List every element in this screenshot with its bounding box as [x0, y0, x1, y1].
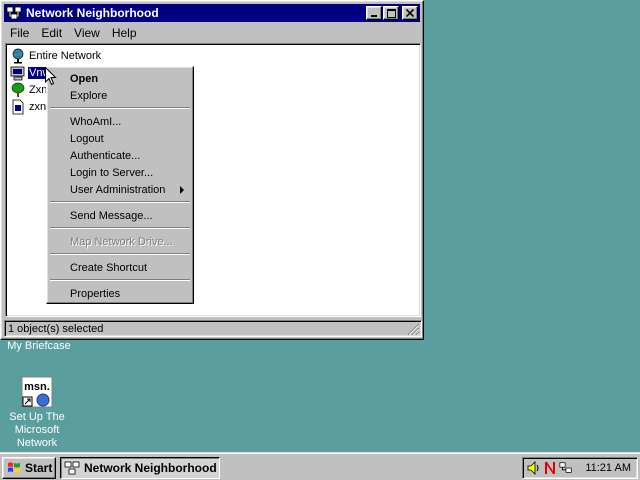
menu-file[interactable]: File: [4, 26, 35, 40]
speaker-icon[interactable]: [527, 460, 541, 476]
minimize-button[interactable]: [366, 6, 382, 20]
taskbar-button-label: Network Neighborhood: [84, 461, 217, 475]
msn-icon: msn.: [21, 376, 53, 408]
menu-separator: [50, 279, 190, 281]
taskbar: Start Network Neighborhood 11:21 AM: [0, 452, 640, 480]
menu-edit[interactable]: Edit: [35, 26, 68, 40]
network-status-icon[interactable]: [559, 460, 573, 476]
menu-item-logout[interactable]: Logout: [50, 130, 190, 147]
msn-desktop-shortcut[interactable]: msn. Set Up The Microsoft Network: [4, 376, 70, 450]
window-title: Network Neighborhood: [26, 6, 159, 20]
menu-item-properties[interactable]: Properties: [50, 285, 190, 302]
document-icon: [10, 99, 26, 115]
menu-item-map-network-drive: Map Network Drive...: [70, 235, 173, 248]
menu-separator: [50, 227, 190, 229]
close-button[interactable]: [402, 6, 418, 20]
menu-separator: [50, 107, 190, 109]
menu-bar: File Edit View Help: [4, 23, 420, 42]
list-item-entire-network[interactable]: Entire Network: [10, 47, 102, 64]
close-icon: [406, 9, 414, 17]
my-briefcase-icon-label[interactable]: My Briefcase: [2, 340, 76, 353]
maximize-button[interactable]: [383, 6, 399, 20]
menu-item-authenticate[interactable]: Authenticate...: [50, 147, 190, 164]
menu-item-open[interactable]: Open: [50, 70, 190, 87]
title-bar[interactable]: Network Neighborhood: [4, 4, 420, 22]
msn-label: Set Up The Microsoft Network: [9, 411, 65, 449]
mouse-cursor-icon: [45, 67, 57, 86]
netware-icon[interactable]: [543, 460, 557, 476]
globe-network-icon: [10, 48, 26, 64]
menu-item-create-shortcut[interactable]: Create Shortcut: [50, 259, 190, 276]
menu-view[interactable]: View: [68, 26, 106, 40]
menu-separator: [50, 253, 190, 255]
menu-separator: [50, 201, 190, 203]
menu-item-send-message[interactable]: Send Message...: [50, 207, 190, 224]
menu-item-label: User Administration: [70, 183, 166, 196]
msn-icon-text: msn.: [24, 381, 50, 393]
menu-item-user-administration[interactable]: User Administration: [50, 181, 190, 198]
tree-icon: [10, 82, 26, 98]
list-item-label: Entire Network: [29, 49, 102, 62]
submenu-arrow-icon: [180, 186, 184, 194]
status-text: 1 object(s) selected: [4, 320, 422, 337]
maximize-icon: [386, 8, 396, 18]
resize-grip-icon[interactable]: [406, 322, 420, 336]
taskbar-button-network-neighborhood[interactable]: Network Neighborhood: [60, 457, 220, 479]
my-briefcase-label: My Briefcase: [7, 340, 71, 352]
system-tray: 11:21 AM: [522, 457, 638, 479]
status-bar: 1 object(s) selected: [4, 319, 422, 338]
minimize-icon: [371, 15, 377, 17]
menu-help[interactable]: Help: [106, 26, 143, 40]
windows-logo-icon: [8, 462, 20, 473]
menu-item-explore[interactable]: Explore: [50, 87, 190, 104]
start-label: Start: [25, 461, 53, 475]
context-menu: Open Explore WhoAmI... Logout Authentica…: [46, 66, 194, 304]
clock[interactable]: 11:21 AM: [585, 462, 631, 474]
menu-item-whoami[interactable]: WhoAmI...: [50, 113, 190, 130]
menu-item-login-to-server[interactable]: Login to Server...: [50, 164, 190, 181]
network-neighborhood-icon: [6, 6, 22, 20]
server-computer-icon: [10, 65, 26, 81]
start-button[interactable]: Start: [2, 457, 56, 479]
network-neighborhood-icon: [64, 461, 80, 475]
